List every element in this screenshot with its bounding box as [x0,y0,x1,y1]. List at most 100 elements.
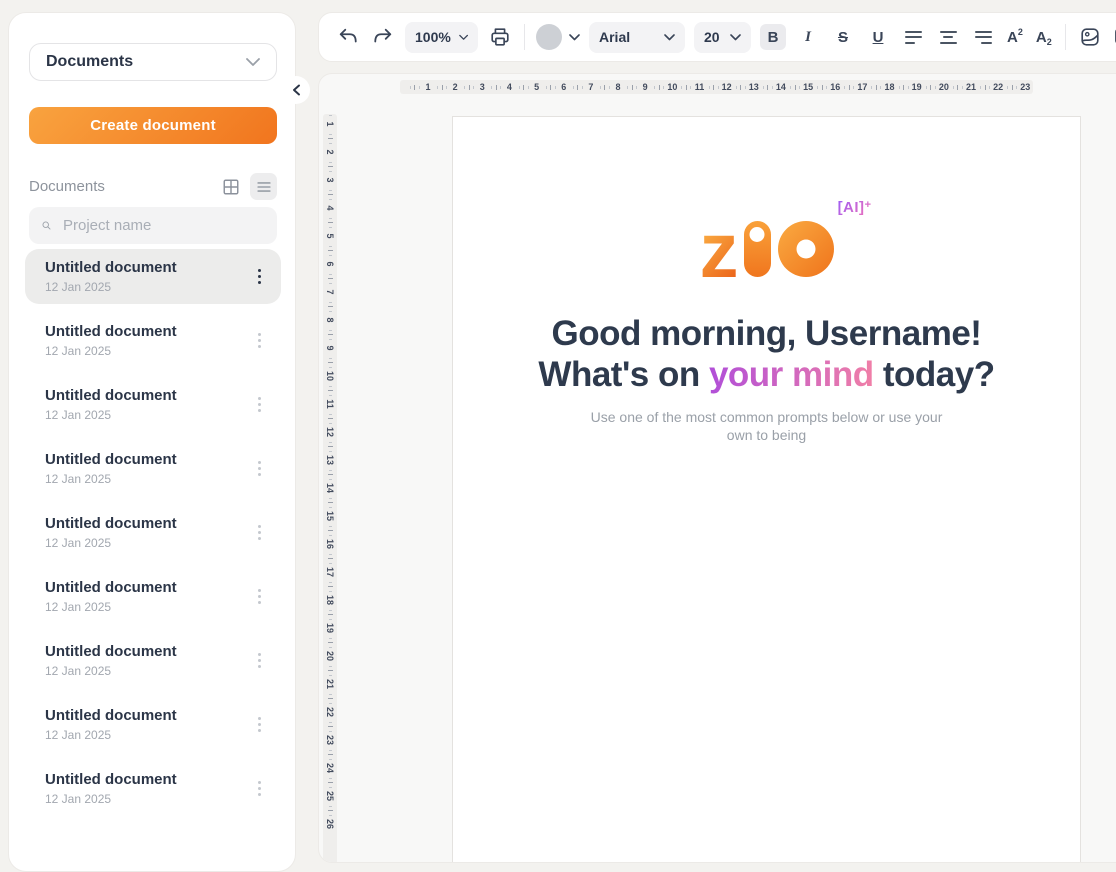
ruler-number: 18 [325,595,335,605]
list-view-button[interactable] [250,173,277,200]
ruler-tick [329,778,332,779]
document-meta: Untitled document 12 Jan 2025 [45,515,177,550]
ruler-tick [523,85,524,90]
ruler-tick [329,582,332,583]
redo-button[interactable] [370,24,396,50]
strikethrough-label: S [838,29,848,46]
document-list-item[interactable]: Untitled document 12 Jan 2025 [25,377,281,432]
align-left-button[interactable] [900,24,926,50]
vertical-ruler[interactable]: 1234567891011121314151617181920212223242… [323,114,337,863]
align-center-icon [940,31,957,44]
font-select[interactable]: Arial [589,22,685,53]
search-icon [42,217,51,234]
ruler-tick [328,278,333,279]
ruler-tick [935,86,936,89]
create-document-button[interactable]: Create document [29,107,277,144]
ruler-tick [609,86,610,89]
logo-letter-i [744,221,771,277]
ruler-tick [957,85,958,90]
superscript-button[interactable]: A2 [1005,29,1025,46]
zoom-select[interactable]: 100% [405,22,478,53]
insert-image-button[interactable] [1077,24,1103,50]
strikethrough-button[interactable]: S [830,24,856,50]
align-right-button[interactable] [970,24,996,50]
ruler-number: 26 [325,819,335,829]
ruler-number: 24 [325,763,335,773]
document-meta: Untitled document 12 Jan 2025 [45,387,177,422]
document-menu-button[interactable] [252,775,268,803]
ruler-tick [329,759,332,760]
document-menu-button[interactable] [252,327,268,355]
document-list-item[interactable]: Untitled document 12 Jan 2025 [25,761,281,816]
document-list-item[interactable]: Untitled document 12 Jan 2025 [25,505,281,560]
print-button[interactable] [487,24,513,50]
bold-button[interactable]: B [760,24,786,50]
ruler-tick [446,86,447,89]
ruler-tick [328,446,333,447]
document-list-item[interactable]: Untitled document 12 Jan 2025 [25,633,281,688]
ruler-tick [573,86,574,89]
ruler-tick [985,85,986,90]
grid-view-button[interactable] [217,173,244,200]
ruler-tick [718,86,719,89]
ruler-tick [853,86,854,89]
document-list-item[interactable]: Untitled document 12 Jan 2025 [25,313,281,368]
ruler-number: 3 [325,177,335,182]
ruler-number: 14 [776,82,786,92]
subscript-button[interactable]: A2 [1034,29,1054,46]
document-list-item[interactable]: Untitled document 12 Jan 2025 [25,249,281,304]
ruler-tick [329,563,332,564]
ruler-tick [328,250,333,251]
insert-table-button[interactable] [1112,24,1116,50]
view-toggles [217,173,277,200]
document-list-item[interactable]: Untitled document 12 Jan 2025 [25,569,281,624]
ruler-tick [329,199,332,200]
document-menu-button[interactable] [252,647,268,675]
document-list-item[interactable]: Untitled document 12 Jan 2025 [25,441,281,496]
document-menu-button[interactable] [252,711,268,739]
document-list-item[interactable]: Untitled document 12 Jan 2025 [25,697,281,752]
kebab-dot [258,665,262,669]
document-menu-button[interactable] [252,455,268,483]
ruler-tick [329,694,332,695]
ruler-tick [908,86,909,89]
zoom-value: 100% [415,29,451,45]
workspace-select[interactable]: Documents [29,43,277,81]
ruler-tick [329,302,332,303]
underline-button[interactable]: U [865,24,891,50]
document-menu-button[interactable] [252,391,268,419]
sidebar-collapse-button[interactable] [282,76,310,104]
redo-icon [372,27,394,47]
horizontal-ruler[interactable]: 1234567891011121314151617181920212223 [400,80,1033,94]
ruler-tick [329,535,332,536]
kebab-dot [258,269,262,273]
document-menu-button[interactable] [252,263,268,291]
ruler-tick [329,386,332,387]
kebab-dot [258,723,262,727]
undo-button[interactable] [335,24,361,50]
align-center-button[interactable] [935,24,961,50]
document-menu-button[interactable] [252,519,268,547]
ai-badge: [AI]+ [838,199,872,216]
ruler-tick [980,86,981,89]
italic-button[interactable]: I [795,24,821,50]
document-title: Untitled document [45,771,177,788]
ruler-tick [690,86,691,89]
ruler-tick [329,703,332,704]
document-meta: Untitled document 12 Jan 2025 [45,643,177,678]
document-page[interactable]: z [AI]+ Good morning, Username! What's o… [452,116,1081,863]
superscript-base: A [1007,29,1018,46]
ruler-tick [519,86,520,89]
ruler-number: 2 [453,82,458,92]
text-color-button[interactable] [536,24,580,50]
search-input[interactable] [61,216,264,235]
document-menu-button[interactable] [252,583,268,611]
greeting-line2-before: What's on [538,355,709,394]
font-size-select[interactable]: 20 [694,22,751,53]
greeting-line2-after: today? [874,355,995,394]
document-date: 12 Jan 2025 [45,408,177,422]
ruler-tick [328,726,333,727]
toolbar: 100% Arial 20 B I S [318,12,1116,62]
ruler-tick [713,85,714,90]
subscript-exp: 2 [1047,37,1052,47]
